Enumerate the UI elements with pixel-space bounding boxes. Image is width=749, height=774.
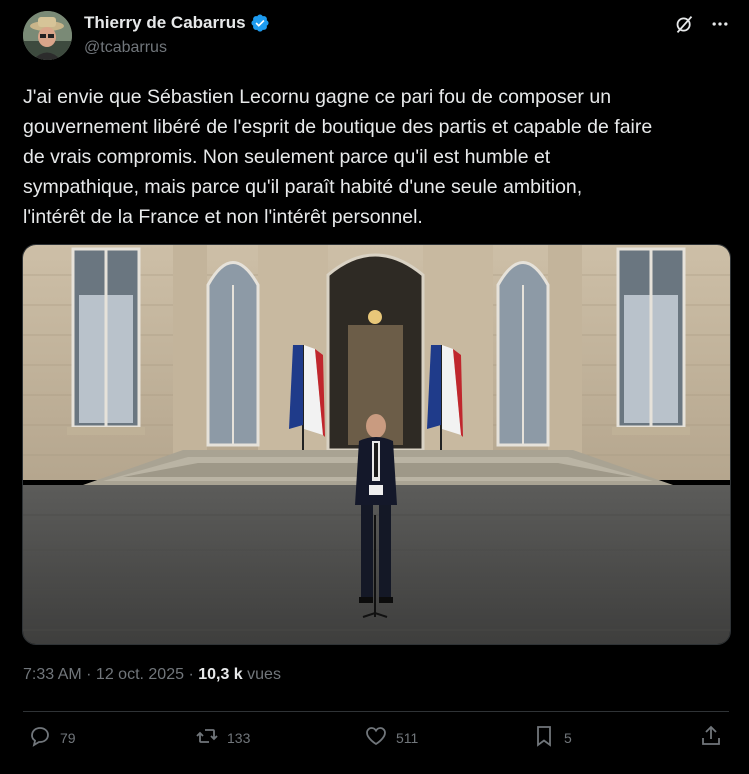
verified-badge-icon — [250, 13, 270, 33]
reply-button[interactable]: 79 — [28, 724, 76, 751]
like-count: 511 — [396, 729, 419, 746]
tweet-date[interactable]: 12 oct. 2025 — [96, 666, 184, 683]
avatar[interactable] — [23, 11, 72, 60]
meta-separator: · — [81, 666, 96, 683]
tweet-text-line: gouvernement libéré de l'esprit de bouti… — [23, 116, 653, 138]
tweet-text-line: J'ai envie que Sébastien Lecornu gagne c… — [23, 86, 612, 108]
tweet-text-line: sympathique, mais parce qu'il paraît hab… — [23, 176, 583, 198]
grok-icon[interactable] — [673, 13, 695, 35]
tweet-card: Thierry de Cabarrus @tcabarrus J'ai envi… — [0, 0, 749, 774]
share-button[interactable] — [699, 724, 723, 751]
tweet-actions-bar: 79 133 511 5 — [0, 724, 749, 756]
author-name-row[interactable]: Thierry de Cabarrus — [84, 13, 270, 33]
tweet-text-line: l'intérêt de la France et non l'intérêt … — [23, 206, 423, 228]
heart-icon — [364, 724, 388, 751]
bookmark-icon — [532, 724, 556, 751]
views-label: vues — [242, 666, 281, 683]
tweet-text: J'ai envie que Sébastien Lecornu gagne c… — [23, 82, 733, 232]
tweet-time[interactable]: 7:33 AM — [23, 666, 82, 683]
reply-count: 79 — [60, 729, 76, 746]
retweet-count: 133 — [227, 729, 251, 746]
reply-icon — [28, 724, 52, 751]
more-icon[interactable] — [709, 13, 731, 35]
retweet-icon — [195, 724, 219, 751]
like-button[interactable]: 511 — [364, 724, 418, 751]
author-handle[interactable]: @tcabarrus — [84, 39, 167, 57]
top-actions — [673, 13, 731, 35]
share-icon — [699, 724, 723, 751]
retweet-button[interactable]: 133 — [195, 724, 250, 751]
author-display-name[interactable]: Thierry de Cabarrus — [84, 13, 246, 33]
meta-separator: · — [184, 666, 199, 683]
tweet-meta: 7:33 AM · 12 oct. 2025 · 10,3 k vues — [23, 666, 281, 684]
bookmark-count: 5 — [564, 729, 572, 746]
views-count: 10,3 k — [198, 666, 243, 683]
tweet-photo[interactable] — [22, 244, 731, 645]
divider — [23, 711, 729, 712]
tweet-text-line: de vrais compromis. Non seulement parce … — [23, 146, 551, 168]
bookmark-button[interactable]: 5 — [532, 724, 572, 751]
